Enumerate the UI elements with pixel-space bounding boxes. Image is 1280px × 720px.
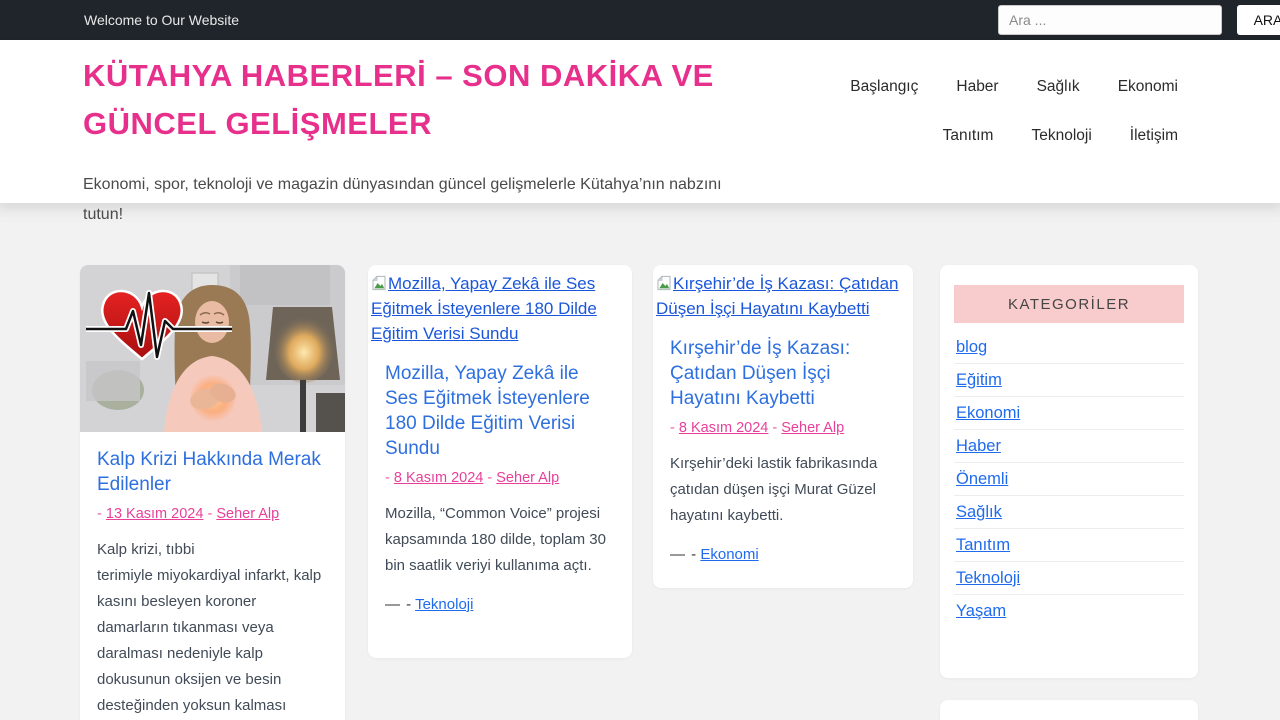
- article-card-kirsehir: Kırşehir’de İş Kazası: Çatıdan Düşen İşç…: [653, 265, 913, 588]
- article-excerpt: Kalp krizi, tıbbi terimiyle miyokardiyal…: [97, 541, 322, 714]
- article-body: Kalp Krizi Hakkında Merak Edilenler - 13…: [80, 447, 345, 720]
- categories-widget-title: KATEGORİLER: [954, 285, 1184, 323]
- meta-prefix: -: [97, 506, 102, 522]
- article-date-link[interactable]: 8 Kasım 2024: [394, 470, 483, 486]
- category-item: Sağlık: [954, 496, 1184, 529]
- category-item: Teknoloji: [954, 562, 1184, 595]
- nav-item-haber[interactable]: Haber: [956, 78, 998, 96]
- nav-item-ekonomi[interactable]: Ekonomi: [1118, 78, 1178, 96]
- search-button[interactable]: ARA: [1237, 5, 1280, 35]
- footer-dash: —: [670, 546, 687, 563]
- category-item: Önemli: [954, 463, 1184, 496]
- article-date-link[interactable]: 8 Kasım 2024: [679, 420, 768, 436]
- meta-separator: -: [207, 506, 213, 522]
- article-date-link[interactable]: 13 Kasım 2024: [106, 506, 204, 522]
- broken-image-alt-text: Kırşehir’de İş Kazası: Çatıdan Düşen İşç…: [656, 274, 899, 318]
- broken-image-alt-link[interactable]: Mozilla, Yapay Zekâ ile Ses Eğitmek İste…: [368, 265, 632, 346]
- broken-image-icon: [656, 273, 672, 291]
- nav-row-1: Başlangıç Haber Sağlık Ekonomi: [850, 78, 1178, 96]
- category-item: Haber: [954, 430, 1184, 463]
- category-item: Tanıtım: [954, 529, 1184, 562]
- meta-prefix: -: [385, 470, 390, 486]
- site-tagline: Ekonomi, spor, teknoloji ve magazin düny…: [83, 176, 722, 223]
- category-link-blog[interactable]: blog: [956, 338, 987, 356]
- article-meta: - 13 Kasım 2024 - Seher Alp: [97, 506, 328, 522]
- sidebar-categories-widget: KATEGORİLER blog Eğitim Ekonomi Haber Ön…: [940, 265, 1198, 678]
- categories-list: blog Eğitim Ekonomi Haber Önemli Sağlık …: [954, 331, 1184, 627]
- footer-separator: -: [691, 546, 697, 563]
- article-footer: — - Teknoloji: [385, 596, 615, 613]
- category-item: blog: [954, 331, 1184, 364]
- nav-item-tanitim[interactable]: Tanıtım: [943, 127, 994, 145]
- broken-image-alt-link[interactable]: Kırşehir’de İş Kazası: Çatıdan Düşen İşç…: [653, 265, 913, 321]
- article-category-link[interactable]: Ekonomi: [700, 546, 758, 563]
- article-category-link[interactable]: Teknoloji: [415, 596, 473, 613]
- welcome-text: Welcome to Our Website: [84, 12, 240, 28]
- category-link-egitim[interactable]: Eğitim: [956, 371, 1002, 389]
- heart-attack-photo[interactable]: [80, 265, 345, 432]
- article-excerpt: Mozilla, “Common Voice” projesi kapsamın…: [385, 505, 606, 574]
- article-title-link[interactable]: Mozilla, Yapay Zekâ ile Ses Eğitmek İste…: [385, 361, 615, 461]
- article-card-kalp-krizi: Kalp Krizi Hakkında Merak Edilenler - 13…: [80, 265, 345, 720]
- site-header: KÜTAHYA HABERLERİ – SON DAKİKA VE GÜNCEL…: [0, 40, 1280, 223]
- article-meta: - 8 Kasım 2024 - Seher Alp: [385, 470, 615, 486]
- category-link-ekonomi[interactable]: Ekonomi: [956, 404, 1020, 422]
- broken-image-alt-text: Mozilla, Yapay Zekâ ile Ses Eğitmek İste…: [371, 274, 597, 343]
- footer-separator: -: [406, 596, 412, 613]
- nav-item-teknoloji[interactable]: Teknoloji: [1031, 127, 1091, 145]
- meta-separator: -: [772, 420, 778, 436]
- article-title-link[interactable]: Kalp Krizi Hakkında Merak Edilenler: [97, 447, 328, 497]
- article-excerpt: Kırşehir’deki lastik fabrikasında çatıda…: [670, 455, 878, 524]
- article-meta: - 8 Kasım 2024 - Seher Alp: [670, 420, 896, 436]
- category-link-teknoloji[interactable]: Teknoloji: [956, 569, 1020, 587]
- main-nav: Başlangıç Haber Sağlık Ekonomi Tanıtım T…: [850, 78, 1178, 145]
- article-title-link[interactable]: Kırşehir’de İş Kazası: Çatıdan Düşen İşç…: [670, 336, 896, 411]
- article-card-mozilla: Mozilla, Yapay Zekâ ile Ses Eğitmek İste…: [368, 265, 632, 658]
- nav-item-iletisim[interactable]: İletişim: [1130, 127, 1178, 145]
- article-body: Kırşehir’de İş Kazası: Çatıdan Düşen İşç…: [653, 336, 913, 563]
- nav-item-baslangic[interactable]: Başlangıç: [850, 78, 918, 96]
- article-footer: — - Ekonomi: [670, 546, 896, 563]
- category-item: Yaşam: [954, 595, 1184, 627]
- category-link-haber[interactable]: Haber: [956, 437, 1001, 455]
- footer-dash: —: [385, 596, 402, 613]
- meta-prefix: -: [670, 420, 675, 436]
- nav-item-saglik[interactable]: Sağlık: [1037, 78, 1080, 96]
- article-author-link[interactable]: Seher Alp: [216, 506, 279, 522]
- search-input[interactable]: [998, 5, 1222, 35]
- category-item: Ekonomi: [954, 397, 1184, 430]
- category-link-yasam[interactable]: Yaşam: [956, 602, 1006, 620]
- category-link-tanitim[interactable]: Tanıtım: [956, 536, 1010, 554]
- main-content: Kalp Krizi Hakkında Merak Edilenler - 13…: [0, 203, 1280, 720]
- category-link-saglik[interactable]: Sağlık: [956, 503, 1002, 521]
- nav-row-2: Tanıtım Teknoloji İletişim: [943, 127, 1178, 145]
- article-body: Mozilla, Yapay Zekâ ile Ses Eğitmek İste…: [368, 361, 632, 613]
- sidebar-next-widget: [940, 700, 1198, 720]
- category-link-onemli[interactable]: Önemli: [956, 470, 1008, 488]
- top-bar: Welcome to Our Website ARA: [0, 0, 1280, 40]
- article-author-link[interactable]: Seher Alp: [496, 470, 559, 486]
- site-title[interactable]: KÜTAHYA HABERLERİ – SON DAKİKA VE GÜNCEL…: [83, 52, 743, 148]
- broken-image-icon: [371, 273, 387, 291]
- article-author-link[interactable]: Seher Alp: [781, 420, 844, 436]
- meta-separator: -: [487, 470, 493, 486]
- category-item: Eğitim: [954, 364, 1184, 397]
